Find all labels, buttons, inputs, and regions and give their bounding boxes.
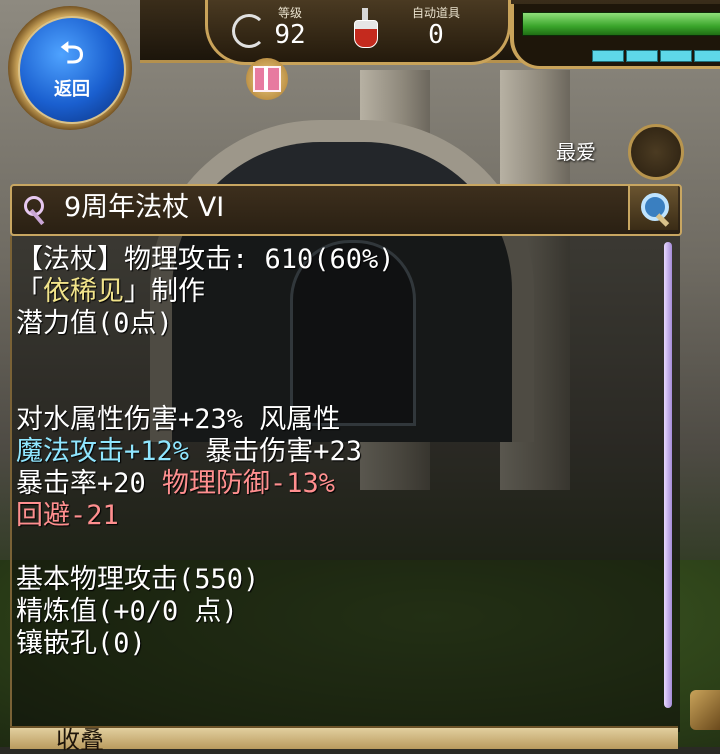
back-button-face: ⮌ 返回 bbox=[18, 16, 126, 124]
mp-segment bbox=[694, 50, 720, 62]
back-button[interactable]: ⮌ 返回 bbox=[8, 6, 136, 130]
evasion-stat: 回避-21 bbox=[16, 500, 119, 531]
maker-name: 依稀见 bbox=[43, 276, 124, 307]
collapse-button[interactable] bbox=[10, 726, 678, 749]
return-arrow-icon: ⮌ bbox=[59, 36, 85, 71]
auto-item-value: 0 bbox=[428, 20, 444, 50]
socket-line: 镶嵌孔(0) bbox=[16, 628, 146, 659]
collapse-label: 收叠 bbox=[56, 726, 104, 754]
favorite-button[interactable] bbox=[628, 124, 684, 180]
maker-bracket-close: 」制作 bbox=[124, 276, 205, 307]
magic-attack-stat: 魔法攻击+12% bbox=[16, 436, 190, 467]
refine-line: 精炼值(+0/0 点) bbox=[16, 596, 238, 627]
staff-icon bbox=[22, 194, 52, 226]
maker-bracket-open: 「 bbox=[16, 276, 43, 307]
crit-damage-stat: 暴击伤害+23 bbox=[189, 436, 363, 467]
potion-icon[interactable] bbox=[352, 8, 378, 48]
gift-icon[interactable] bbox=[246, 58, 288, 100]
description-scrollbar[interactable] bbox=[664, 242, 672, 708]
auto-item-stat[interactable]: 自动道具 0 bbox=[398, 4, 474, 49]
maker-line: 「依稀见」制作 bbox=[16, 276, 656, 308]
evasion-line: 回避-21 bbox=[16, 500, 656, 532]
level-value: 92 bbox=[274, 20, 306, 50]
attack-line: 【法杖】物理攻击: 610(60%) bbox=[16, 244, 395, 275]
water-damage-line: 对水属性伤害+23% 风属性 bbox=[16, 404, 341, 435]
potential-line: 潜力值(0点) bbox=[16, 308, 173, 339]
hp-bar bbox=[522, 12, 720, 36]
mp-segment bbox=[626, 50, 658, 62]
item-description: 【法杖】物理攻击: 610(60%) 「依稀见」制作 潜力值(0点) 对水属性伤… bbox=[16, 244, 656, 660]
search-button[interactable] bbox=[628, 186, 678, 230]
magic-crit-line: 魔法攻击+12% 暴击伤害+23 bbox=[16, 436, 656, 468]
crit-rate-stat: 暴击率+20 bbox=[16, 468, 163, 499]
physical-defense-stat: 物理防御-13% bbox=[162, 468, 336, 499]
item-name: 9周年法杖 VI bbox=[64, 192, 225, 223]
back-button-label: 返回 bbox=[54, 79, 90, 100]
mp-segment bbox=[592, 50, 624, 62]
base-attack-line: 基本物理攻击(550) bbox=[16, 564, 260, 595]
corner-ornament bbox=[690, 690, 720, 730]
level-stat: 等级 92 bbox=[255, 4, 325, 49]
level-label: 等级 bbox=[277, 6, 302, 20]
crit-defense-line: 暴击率+20 物理防御-13% bbox=[16, 468, 656, 500]
auto-item-label: 自动道具 bbox=[411, 6, 460, 20]
mp-segment bbox=[660, 50, 692, 62]
favorite-label: 最爱 bbox=[556, 140, 596, 164]
